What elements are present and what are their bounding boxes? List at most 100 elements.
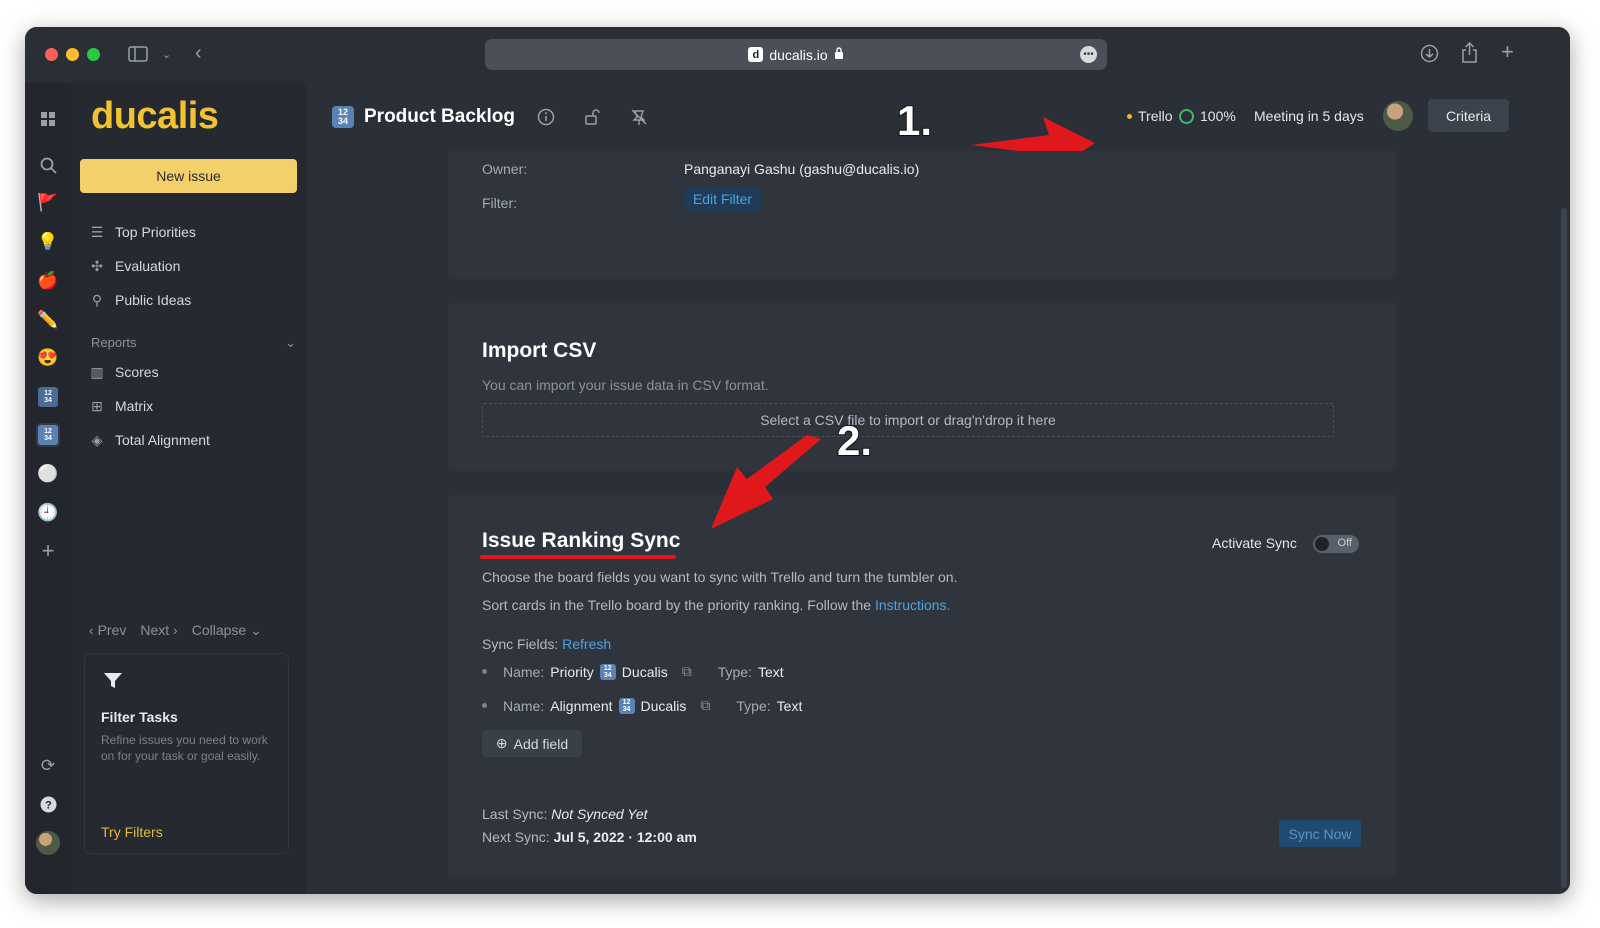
sync-description-2: Sort cards in the Trello board by the pr… (482, 597, 951, 613)
clock-project-icon[interactable]: 🕘 (36, 501, 60, 525)
sidebar-item-public-ideas[interactable]: ⚲ Public Ideas (89, 289, 191, 311)
sidebar-item-label: Scores (115, 364, 159, 380)
next-button[interactable]: Next › (140, 622, 177, 639)
issue-ranking-sync-card: Issue Ranking Sync Activate Sync Off Cho… (448, 495, 1396, 877)
import-csv-card: Import CSV You can import your issue dat… (448, 303, 1396, 471)
share-icon[interactable] (1461, 41, 1478, 66)
collapse-button[interactable]: Collapse ⌄ (192, 622, 262, 639)
last-sync-row: Last Sync: Not Synced Yet (482, 806, 648, 822)
try-filters-link[interactable]: Try Filters (101, 824, 163, 840)
sync-icon[interactable]: ⟳ (36, 754, 60, 778)
edit-filter-button[interactable]: Edit Filter (684, 187, 761, 211)
csv-dropzone[interactable]: Select a CSV file to import or drag'n'dr… (482, 403, 1334, 437)
prev-button[interactable]: ‹ Prev (89, 622, 126, 639)
reports-label: Reports (91, 335, 137, 350)
criteria-button[interactable]: Criteria (1428, 99, 1509, 132)
filter-card-description: Refine issues you need to work on for yo… (101, 733, 268, 763)
activate-sync-toggle[interactable]: Off (1313, 535, 1359, 553)
sidebar-toggle-icon[interactable] (128, 46, 148, 65)
zoom-window-button[interactable] (87, 48, 100, 61)
apple-project-icon[interactable]: 🍎 (36, 269, 60, 293)
apps-grid-icon[interactable] (36, 107, 60, 131)
add-field-button[interactable]: ⊕ Add field (482, 730, 582, 757)
sidebar-item-label: Public Ideas (115, 292, 192, 308)
plus-circle-icon: ⊕ (495, 735, 508, 751)
copy-icon[interactable]: ⧉ (682, 663, 692, 680)
meeting-indicator[interactable]: Meeting in 5 days (1254, 108, 1364, 124)
flag-project-icon[interactable]: 🚩 (36, 191, 60, 215)
sidebar-item-top-priorities[interactable]: ☰ Top Priorities (89, 221, 196, 243)
add-project-icon[interactable]: + (36, 538, 60, 563)
integration-label: Trello (1138, 108, 1173, 124)
user-avatar[interactable] (1383, 101, 1413, 131)
evaluation-icon: ✣ (91, 257, 103, 274)
back-icon[interactable]: ‹ (195, 43, 202, 63)
address-bar[interactable]: d ducalis.io ••• (485, 39, 1107, 70)
bulb-project-icon[interactable]: 💡 (36, 230, 60, 254)
owner-label: Owner: (482, 161, 528, 177)
filter-tasks-card: Filter Tasks Refine issues you need to w… (84, 653, 289, 854)
pencil-project-icon[interactable]: ✏️ (36, 308, 60, 332)
sync-field-row: Name: Priority 12 34 Ducalis ⧉ Type: Text (482, 663, 784, 680)
site-favicon-icon: d (748, 47, 764, 62)
sync-title: Issue Ranking Sync (482, 529, 681, 552)
bullet (482, 703, 487, 708)
svg-text:?: ? (45, 799, 52, 811)
info-icon[interactable] (537, 108, 555, 131)
svg-text:1.: 1. (897, 97, 932, 143)
annotation-underline (480, 555, 676, 559)
user-avatar-icon[interactable] (36, 831, 60, 855)
new-issue-button[interactable]: New issue (80, 159, 297, 193)
sidebar-item-label: Matrix (115, 398, 154, 414)
integration-status[interactable]: Trello (1127, 108, 1173, 124)
emoji-project-icon[interactable]: 😍 (36, 346, 60, 370)
activate-sync-label: Activate Sync (1212, 535, 1297, 551)
sidebar-item-total-alignment[interactable]: ◈ Total Alignment (89, 429, 210, 451)
url-text: ducalis.io (769, 46, 828, 63)
sidebar-item-matrix[interactable]: ⊞ Matrix (89, 395, 153, 417)
numbers-project-icon[interactable]: 12 34 (36, 385, 60, 409)
new-tab-icon[interactable]: + (1501, 41, 1514, 63)
import-csv-title: Import CSV (482, 339, 597, 362)
download-icon[interactable] (1420, 44, 1439, 66)
sync-fields-row: Sync Fields: Refresh (482, 636, 611, 652)
sync-now-button[interactable]: Sync Now (1279, 820, 1361, 847)
public-off-icon[interactable] (630, 108, 648, 131)
svg-text:2.: 2. (837, 417, 872, 463)
instructions-link[interactable]: Instructions. (875, 597, 950, 613)
import-csv-description: You can import your issue data in CSV fo… (482, 377, 769, 393)
next-sync-value: Jul 5, 2022 · 12:00 am (553, 829, 697, 845)
sidebar-item-evaluation[interactable]: ✣ Evaluation (89, 255, 180, 277)
more-options-icon[interactable]: ••• (1080, 46, 1097, 63)
refresh-link[interactable]: Refresh (562, 636, 611, 652)
page-title: 12 34 Product Backlog (332, 106, 515, 128)
ball-project-icon[interactable]: ⚪ (36, 462, 60, 486)
scrollbar[interactable] (1561, 208, 1567, 888)
copy-icon[interactable]: ⧉ (700, 697, 710, 714)
close-window-button[interactable] (45, 48, 58, 61)
list-icon: ☰ (90, 223, 104, 240)
sidebar-item-scores[interactable]: ▥ Scores (89, 361, 159, 383)
ducalis-logo[interactable]: ducalis (91, 95, 219, 138)
filter-card-title: Filter Tasks (101, 709, 178, 725)
help-icon[interactable]: ? (36, 792, 60, 816)
layers-icon: ◈ (91, 431, 103, 448)
page-title-text: Product Backlog (364, 106, 515, 127)
minimize-window-button[interactable] (66, 48, 79, 61)
filter-label: Filter: (482, 195, 517, 211)
ducalis-badge-icon: 12 34 (618, 697, 635, 714)
sidebar-item-label: Top Priorities (115, 224, 196, 240)
search-icon[interactable] (36, 153, 60, 177)
main-content: 12 34 Product Backlog 1. Trello 100% Mee… (307, 83, 1570, 894)
public-ideas-icon: ⚲ (91, 291, 103, 308)
toggle-knob (1315, 537, 1329, 551)
annotation-step-2: 2. (836, 413, 897, 468)
progress-indicator[interactable]: 100% (1179, 108, 1236, 124)
unlock-icon[interactable] (585, 108, 601, 131)
sidebar-pager: ‹ Prev Next › Collapse ⌄ (89, 622, 262, 639)
owner-card: Owner: Panganayi Gashu (gashu@ducalis.io… (448, 151, 1396, 279)
numbers-project-active-icon[interactable]: 12 34 (36, 423, 60, 447)
sync-fields-label: Sync Fields: (482, 636, 559, 652)
reports-section-toggle[interactable]: Reports ⌄ (91, 335, 296, 351)
chevron-down-icon[interactable]: ⌄ (162, 46, 171, 64)
